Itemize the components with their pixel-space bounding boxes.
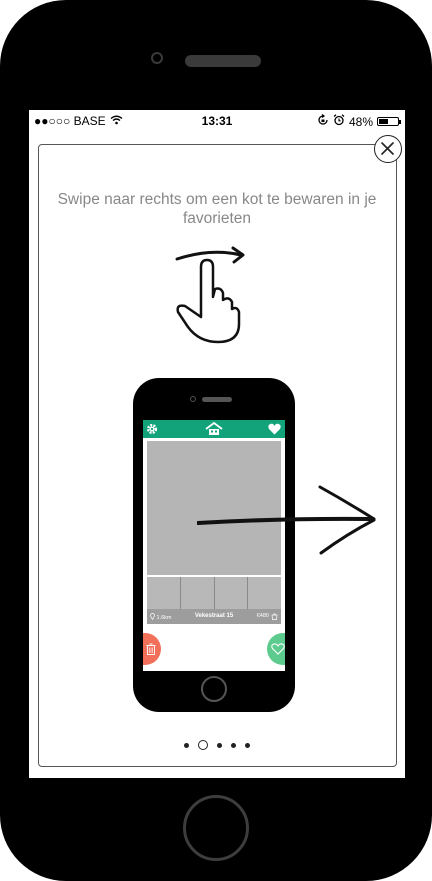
close-icon <box>381 142 394 155</box>
house-logo-icon <box>205 422 223 435</box>
instruction-text: Swipe naar rechts om een kot te bewaren … <box>57 191 377 227</box>
thumbnail <box>147 577 180 609</box>
listing-price: €480 <box>256 613 269 619</box>
swipe-arrow-icon <box>197 485 376 555</box>
earpiece-speaker <box>185 55 261 67</box>
home-button[interactable] <box>183 795 249 861</box>
page-dot-active[interactable] <box>198 740 208 750</box>
device-frame: ●●○○○ BASE 13:31 48% Swipe naar rechts o… <box>0 0 432 881</box>
thumbnail <box>180 577 214 609</box>
swipe-right-hand-icon <box>175 246 245 344</box>
trash-icon <box>146 643 156 655</box>
heart-icon <box>268 423 281 435</box>
dislike-button <box>143 633 161 665</box>
status-bar: ●●○○○ BASE 13:31 48% <box>29 110 405 132</box>
lock-rotation-icon <box>317 114 329 129</box>
close-button[interactable] <box>374 135 402 163</box>
front-camera <box>151 52 163 64</box>
thumbnail <box>248 577 281 609</box>
page-indicator <box>29 740 405 750</box>
page-dot[interactable] <box>184 742 189 748</box>
gear-icon <box>146 423 158 435</box>
like-button <box>267 633 285 665</box>
illustration-header <box>143 420 285 438</box>
page-dot[interactable] <box>217 742 222 748</box>
screen: ●●○○○ BASE 13:31 48% Swipe naar rechts o… <box>29 110 405 778</box>
listing-info-bar: 1.6km Vekestraat 15 €480 <box>147 609 281 624</box>
listing-thumbnails <box>147 577 281 609</box>
battery-fill <box>379 119 388 124</box>
alarm-icon <box>333 114 345 129</box>
thumbnail <box>214 577 248 609</box>
page-dot[interactable] <box>245 742 250 748</box>
battery-percent: 48% <box>348 114 373 129</box>
battery-icon <box>377 117 401 126</box>
page-dot[interactable] <box>231 742 236 748</box>
heart-outline-icon <box>271 643 285 655</box>
bag-icon <box>271 613 278 620</box>
